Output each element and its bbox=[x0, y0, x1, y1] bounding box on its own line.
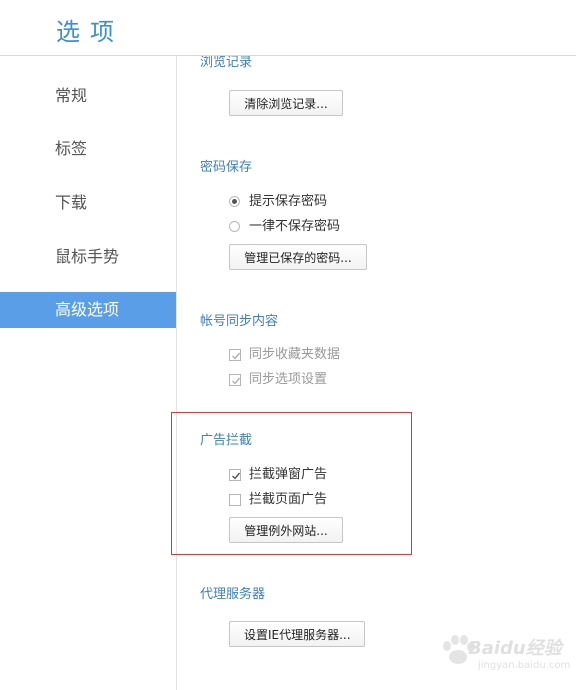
options-window: 选项 常规 标签 下载 鼠标手势 高级选项 浏览记录 清除浏览记录... 密码保… bbox=[0, 0, 576, 690]
checkbox-label: 同步选项设置 bbox=[249, 372, 328, 387]
radio-label: 提示保存密码 bbox=[249, 194, 328, 209]
checkbox-checked-icon[interactable] bbox=[229, 349, 241, 361]
sidebar-item-label: 下载 bbox=[55, 193, 88, 212]
sidebar-item-label: 常规 bbox=[55, 86, 88, 105]
checkbox-label: 拦截弹窗广告 bbox=[249, 467, 328, 482]
checkbox-label: 同步收藏夹数据 bbox=[249, 347, 341, 362]
radio-label: 一律不保存密码 bbox=[249, 219, 341, 234]
password-section-title: 密码保存 bbox=[200, 160, 253, 175]
page-title: 选项 bbox=[56, 18, 124, 46]
sidebar-item-advanced[interactable]: 高级选项 bbox=[0, 292, 176, 328]
sidebar-item-mouse-gesture[interactable]: 鼠标手势 bbox=[0, 239, 176, 275]
checkbox-unchecked-icon[interactable] bbox=[229, 494, 241, 506]
radio-unselected-icon[interactable] bbox=[229, 221, 240, 232]
sync-section-title: 帐号同步内容 bbox=[200, 314, 279, 329]
adblock-section-title: 广告拦截 bbox=[200, 433, 253, 448]
header: 选项 bbox=[0, 0, 576, 56]
manage-exception-sites-button[interactable]: 管理例外网站... bbox=[229, 517, 343, 543]
radio-selected-icon[interactable] bbox=[229, 196, 240, 207]
checkbox-checked-icon[interactable] bbox=[229, 469, 241, 481]
sidebar: 常规 标签 下载 鼠标手势 高级选项 bbox=[0, 56, 177, 690]
settings-content[interactable]: 浏览记录 清除浏览记录... 密码保存 提示保存密码 一律不保存密码 管理已保存… bbox=[177, 56, 576, 690]
set-ie-proxy-button[interactable]: 设置IE代理服务器... bbox=[229, 621, 365, 647]
sidebar-item-download[interactable]: 下载 bbox=[0, 185, 176, 221]
clear-history-button[interactable]: 清除浏览记录... bbox=[229, 90, 343, 116]
sidebar-item-label: 高级选项 bbox=[55, 300, 120, 319]
sidebar-item-general[interactable]: 常规 bbox=[0, 78, 176, 114]
sidebar-item-tabs[interactable]: 标签 bbox=[0, 131, 176, 167]
manage-saved-passwords-button[interactable]: 管理已保存的密码... bbox=[229, 244, 367, 270]
sidebar-item-label: 标签 bbox=[55, 139, 88, 158]
checkbox-checked-icon[interactable] bbox=[229, 374, 241, 386]
proxy-section-title: 代理服务器 bbox=[200, 587, 266, 602]
history-section-title: 浏览记录 bbox=[200, 56, 253, 70]
sidebar-item-label: 鼠标手势 bbox=[55, 247, 120, 266]
checkbox-label: 拦截页面广告 bbox=[249, 492, 328, 507]
